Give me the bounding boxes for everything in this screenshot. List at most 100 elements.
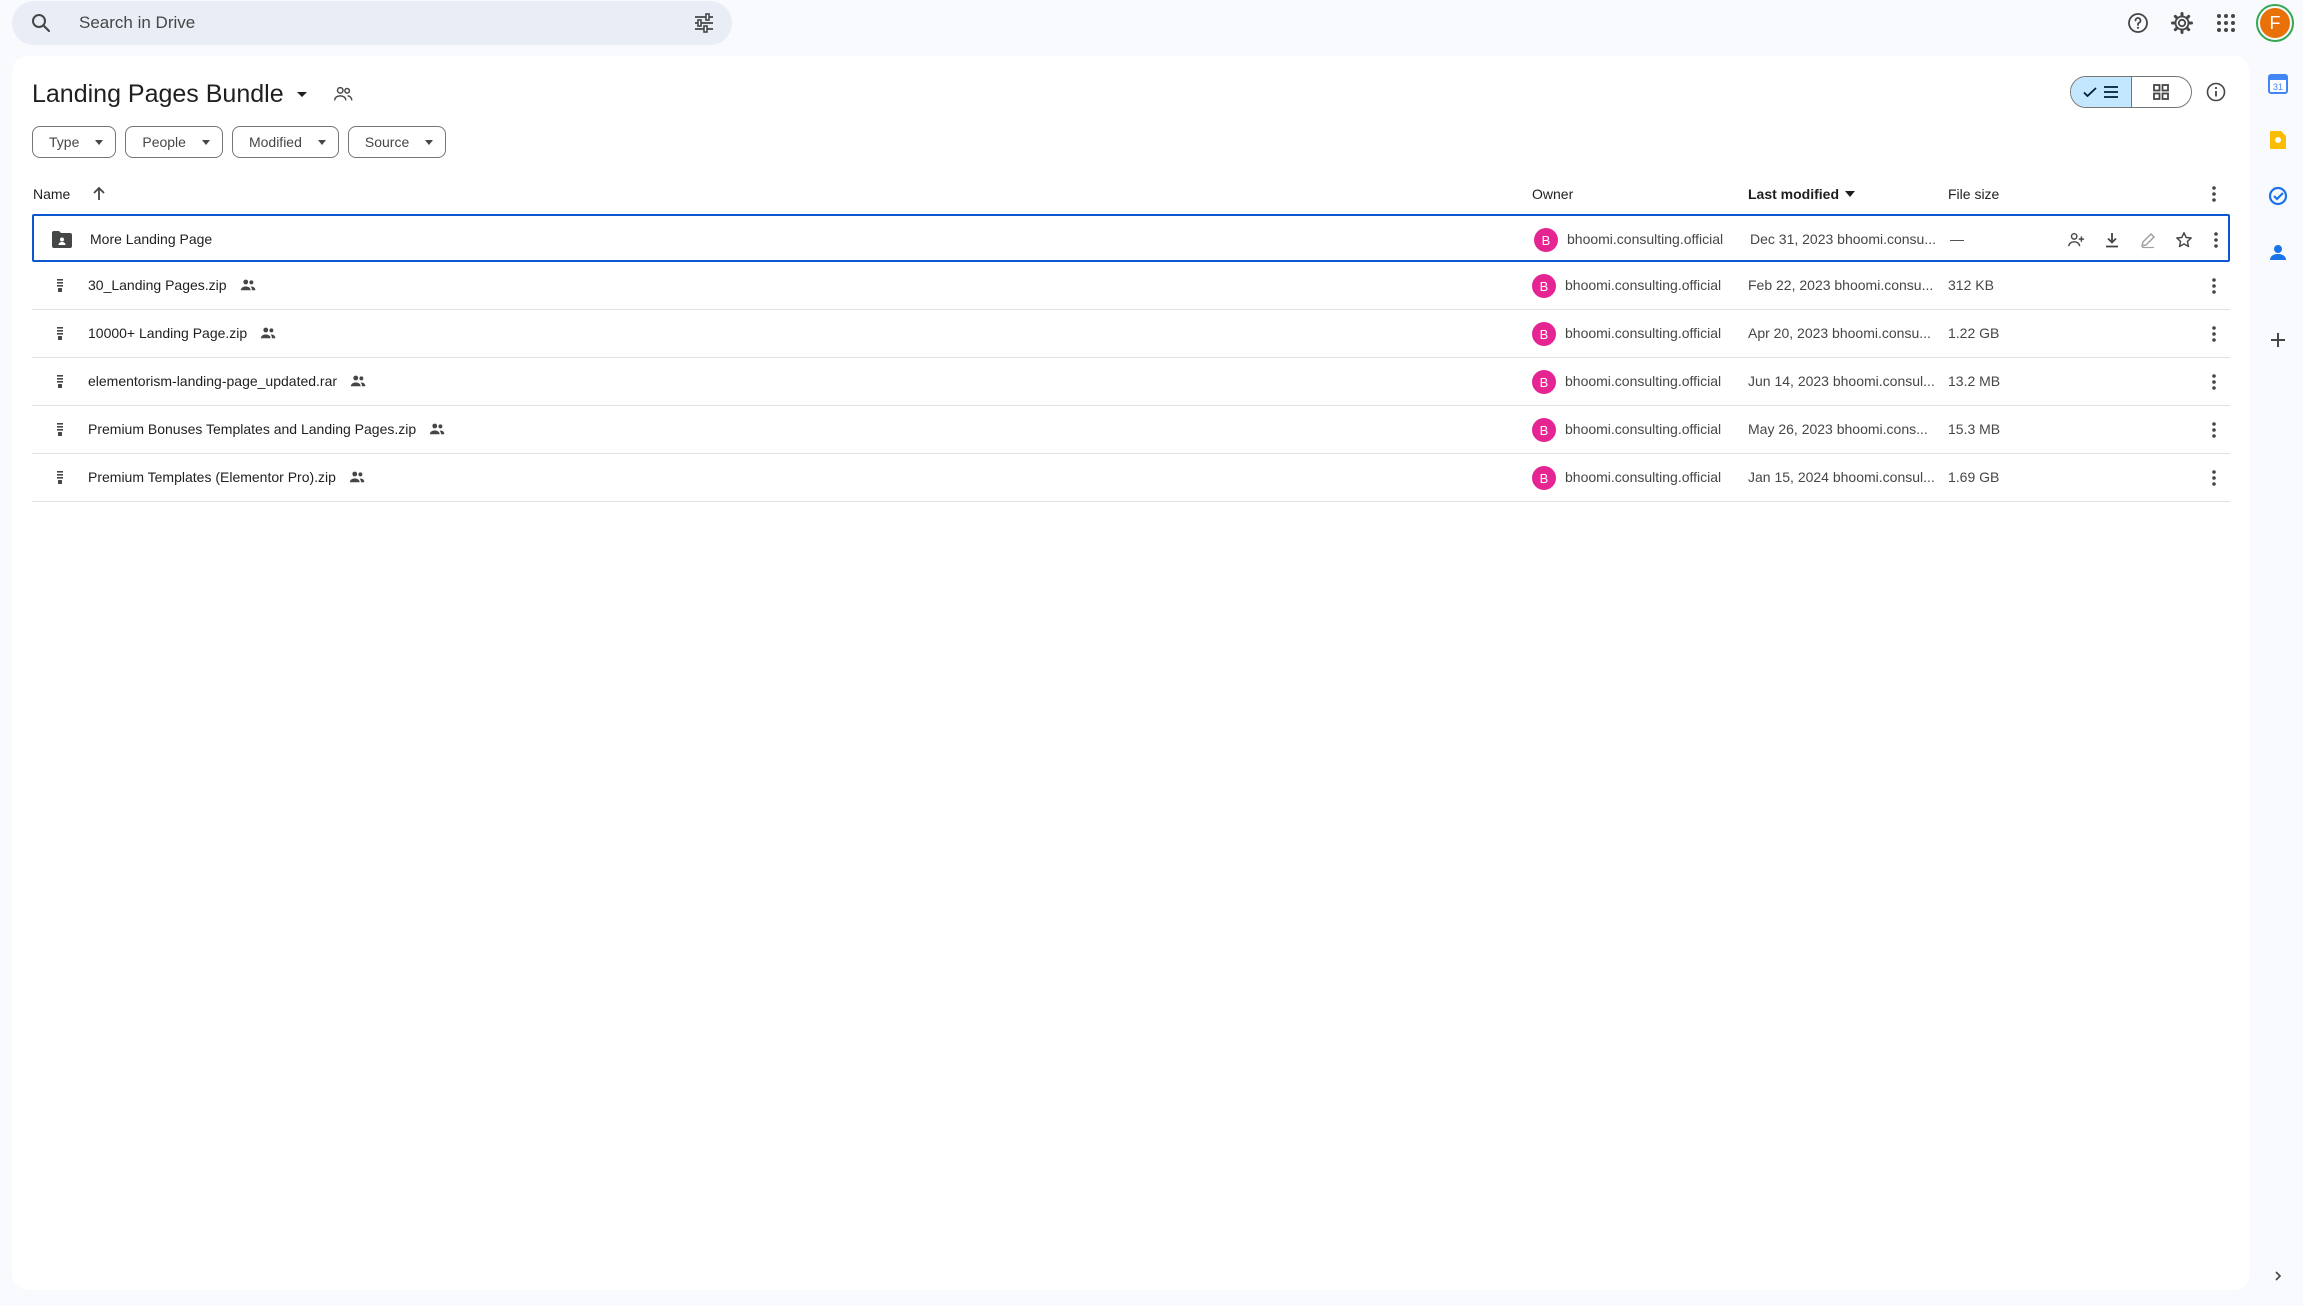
last-modified-text: Feb 22, 2023 bhoomi.consu... — [1748, 277, 1934, 293]
filter-modified-chip[interactable]: Modified — [231, 126, 339, 158]
keep-icon[interactable] — [2262, 124, 2294, 156]
more-vert-icon[interactable] — [2202, 184, 2226, 204]
caret-down-icon — [95, 139, 104, 145]
file-name[interactable]: elementorism-landing-page_updated.rar — [88, 358, 367, 404]
filter-type-chip[interactable]: Type — [32, 126, 117, 158]
shared-people-icon — [259, 324, 277, 342]
file-list: More Landing Page B bhoomi.consulting.of… — [32, 214, 2230, 502]
search-bar[interactable]: Search in Drive — [12, 1, 732, 45]
shared-people-icon — [239, 276, 257, 294]
file-name[interactable]: 30_Landing Pages.zip — [88, 262, 257, 308]
table-row[interactable]: Premium Templates (Elementor Pro).zip B … — [32, 454, 2230, 502]
chip-label: Modified — [248, 134, 302, 150]
search-input[interactable]: Search in Drive — [79, 13, 195, 33]
apps-grid-icon[interactable] — [2212, 9, 2240, 37]
more-vert-icon[interactable] — [2200, 464, 2228, 492]
column-label: Owner — [1532, 186, 1574, 202]
owner-name: bhoomi.consulting.official — [1565, 469, 1722, 485]
star-icon[interactable] — [2170, 226, 2198, 254]
last-modified: Jun 14, 2023 bhoomi.consul... — [1748, 358, 1940, 404]
list-view-button[interactable] — [2071, 77, 2132, 107]
more-vert-icon[interactable] — [2200, 272, 2228, 300]
owner-name: bhoomi.consulting.official — [1565, 325, 1722, 341]
tasks-icon[interactable] — [2262, 180, 2294, 212]
search-icon[interactable] — [29, 11, 53, 35]
column-header-owner: Owner — [1532, 184, 1573, 204]
svg-text:31: 31 — [2273, 82, 2283, 92]
more-vert-icon[interactable] — [2200, 368, 2228, 396]
owner-avatar: B — [1532, 370, 1556, 394]
shared-people-icon — [349, 372, 367, 390]
info-icon[interactable] — [2202, 78, 2230, 106]
more-vert-icon[interactable] — [2200, 320, 2228, 348]
file-name-text: elementorism-landing-page_updated.rar — [88, 373, 338, 389]
column-header-last-modified[interactable]: Last modified — [1748, 184, 1856, 204]
share-icon[interactable] — [2062, 226, 2090, 254]
filter-source-chip[interactable]: Source — [347, 126, 447, 158]
sort-arrow-up-icon[interactable] — [90, 185, 108, 203]
shared-people-icon[interactable] — [332, 83, 354, 105]
owner-avatar: B — [1532, 418, 1556, 442]
account-initial: F — [2260, 8, 2290, 38]
table-row[interactable]: 30_Landing Pages.zip B bhoomi.consulting… — [32, 262, 2230, 310]
column-header-file-size: File size — [1948, 184, 1999, 204]
download-icon[interactable] — [2098, 226, 2126, 254]
owner-name: bhoomi.consulting.official — [1565, 373, 1722, 389]
shared-folder-icon — [50, 228, 74, 252]
more-vert-icon[interactable] — [2200, 416, 2228, 444]
last-modified-text: Jan 15, 2024 bhoomi.consul... — [1748, 469, 1935, 485]
caret-down-icon — [425, 139, 434, 145]
chip-label: Source — [364, 134, 410, 150]
last-modified-text: May 26, 2023 bhoomi.cons... — [1748, 421, 1928, 437]
account-avatar[interactable]: F — [2256, 4, 2294, 42]
file-size: 13.2 MB — [1948, 373, 2001, 389]
file-size: 1.22 GB — [1948, 325, 2000, 341]
column-label: Name — [33, 186, 71, 202]
table-row[interactable]: 10000+ Landing Page.zip B bhoomi.consult… — [32, 310, 2230, 358]
column-label: File size — [1948, 186, 2000, 202]
chevron-right-icon[interactable] — [2266, 1264, 2290, 1288]
table-row[interactable]: Premium Bonuses Templates and Landing Pa… — [32, 406, 2230, 454]
plus-icon[interactable] — [2262, 324, 2294, 356]
owner-name: bhoomi.consulting.official — [1565, 421, 1722, 437]
file-name[interactable]: Premium Templates (Elementor Pro).zip — [88, 454, 366, 500]
view-toggle[interactable] — [2070, 76, 2192, 108]
top-bar: Search in Drive F — [0, 0, 2303, 46]
last-modified: Jan 15, 2024 bhoomi.consul... — [1748, 454, 1940, 500]
page-title[interactable]: Landing Pages Bundle — [32, 80, 284, 109]
help-icon[interactable] — [2124, 9, 2152, 37]
zip-file-icon — [48, 418, 72, 442]
file-name[interactable]: 10000+ Landing Page.zip — [88, 310, 277, 356]
row-quick-actions — [2062, 226, 2198, 254]
filter-people-chip[interactable]: People — [125, 126, 223, 158]
contacts-icon[interactable] — [2262, 236, 2294, 268]
search-options-icon[interactable] — [692, 11, 716, 35]
file-name[interactable]: Premium Bonuses Templates and Landing Pa… — [88, 406, 446, 452]
last-modified: May 26, 2023 bhoomi.cons... — [1748, 406, 1940, 452]
gear-icon[interactable] — [2168, 9, 2196, 37]
chevron-down-icon[interactable] — [292, 84, 312, 104]
folder-title-row: Landing Pages Bundle — [32, 74, 354, 114]
owner-name: bhoomi.consulting.official — [1565, 277, 1722, 293]
grid-view-button[interactable] — [2132, 77, 2192, 107]
caret-down-icon[interactable] — [1845, 191, 1856, 197]
zip-file-icon — [48, 274, 72, 298]
column-header-name[interactable]: Name — [33, 184, 108, 204]
list-icon — [2103, 86, 2118, 98]
grid-icon — [2153, 84, 2170, 100]
file-size: — — [1950, 231, 1964, 247]
last-modified: Dec 31, 2023 bhoomi.consu... — [1750, 216, 1942, 262]
calendar-icon[interactable]: 31 — [2262, 68, 2294, 100]
last-modified: Apr 20, 2023 bhoomi.consu... — [1748, 310, 1940, 356]
last-modified-text: Jun 14, 2023 bhoomi.consul... — [1748, 373, 1935, 389]
table-row[interactable]: elementorism-landing-page_updated.rar B … — [32, 358, 2230, 406]
caret-down-icon — [317, 139, 326, 145]
more-vert-icon[interactable] — [2202, 226, 2230, 254]
table-row[interactable]: More Landing Page B bhoomi.consulting.of… — [32, 214, 2230, 262]
rename-pencil-icon[interactable] — [2134, 226, 2162, 254]
file-name[interactable]: More Landing Page — [90, 216, 212, 262]
check-icon — [2083, 87, 2097, 98]
chip-label: Type — [49, 134, 80, 150]
file-name-text: Premium Templates (Elementor Pro).zip — [88, 469, 336, 485]
zip-file-icon — [48, 322, 72, 346]
